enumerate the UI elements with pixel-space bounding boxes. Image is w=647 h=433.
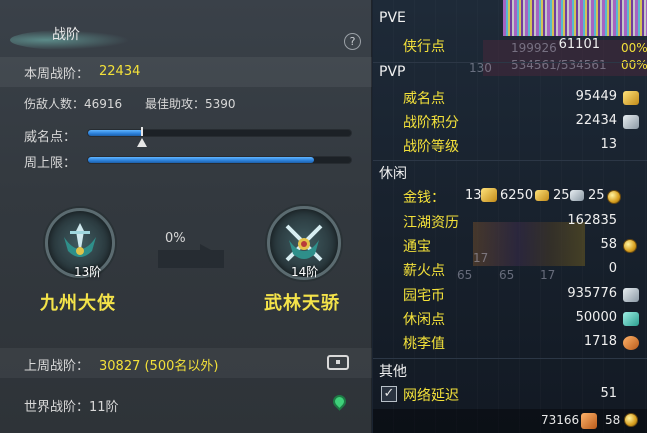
current-rank-name: 九州大侠: [40, 293, 116, 314]
leisure-row-value: 1718: [583, 334, 617, 349]
pvp-row-value: 13: [600, 137, 617, 152]
pve-row-label: 侠行点: [403, 39, 445, 55]
other-section-heading: 其他: [379, 364, 407, 380]
prestige-marker-stick: [141, 127, 143, 136]
money-row: 金钱： 13 6250 25 25: [373, 185, 647, 209]
money-copper-1: 25: [553, 188, 570, 203]
pvp-row-label: 威名点: [403, 91, 445, 107]
money-gold: 13: [465, 188, 482, 203]
current-rank-level: 13阶: [74, 265, 102, 279]
prestige-icon: [623, 91, 639, 105]
prestige-progress-fill: [88, 130, 144, 136]
pve-row: 侠行点 61101: [373, 34, 647, 58]
leisure-row-value: 0: [608, 261, 617, 276]
rank-panel: 战阶 ? 本周战阶： 22434 伤敌人数：46916 最佳助攻：5390 威名…: [0, 0, 372, 433]
world-rank-row: 世界战阶：11阶: [0, 389, 372, 419]
latency-label: 网络延迟: [403, 388, 459, 404]
home-coin-icon: [623, 288, 639, 302]
best-assist: 最佳助攻：5390: [145, 97, 236, 111]
last-week-rank-value: 30827 (500名以外): [99, 359, 219, 374]
leisure-row-label: 休闲点: [403, 312, 445, 328]
footer-value-b: 58: [605, 413, 621, 427]
weekly-cap-progress-bar: [87, 156, 352, 164]
leisure-row-home-coin: 园宅币 935776: [373, 283, 647, 307]
leisure-point-icon: [623, 312, 639, 326]
world-rank-text: 世界战阶：11阶: [24, 400, 119, 415]
panel-title: 战阶: [52, 27, 80, 43]
leisure-row-label: 桃李值: [403, 336, 445, 352]
pve-section-heading: PVE: [379, 10, 406, 26]
boot-icon[interactable]: [581, 413, 597, 429]
weekly-rank-value: 22434: [99, 64, 141, 79]
overlay-percent-2: 00%: [621, 58, 647, 72]
leisure-row-value: 162835: [567, 213, 617, 228]
leisure-row-tongbao: 通宝 58: [373, 234, 647, 258]
next-rank-name: 武林天骄: [264, 293, 340, 314]
latency-value: 51: [600, 386, 617, 401]
sword-crest-icon: [64, 223, 96, 257]
crossed-swords-crest-icon: [285, 224, 323, 262]
rank-arrow-icon: [200, 244, 222, 268]
leisure-row-label: 江湖资历: [403, 215, 459, 231]
peach-icon: [623, 336, 639, 350]
footer-coin-icon: [624, 413, 638, 427]
weekly-rank-label: 本周战阶：: [24, 67, 90, 82]
pvp-row-label: 战阶积分: [403, 115, 459, 131]
rank-score-icon: [623, 115, 639, 129]
overlay-number-b: 534561/534561: [511, 58, 607, 72]
gold-ingot-icon: [481, 188, 497, 202]
pvp-row-rank-score: 战阶积分 22434: [373, 110, 647, 134]
last-week-rank-row: 上周战阶： 30827 (500名以外): [0, 348, 372, 378]
weekly-cap-progress-fill: [88, 157, 315, 163]
section-divider: [373, 160, 647, 161]
latency-row: 网络延迟 51: [373, 383, 647, 407]
pvp-section-heading: PVP: [379, 64, 406, 80]
leisure-row-value: 935776: [567, 286, 617, 301]
pve-row-value: 61101: [558, 37, 600, 52]
leisure-row-label: 通宝: [403, 239, 431, 255]
pvp-row-rank-level: 战阶等级 13: [373, 134, 647, 158]
section-divider: [373, 358, 647, 359]
leisure-row-seniority: 江湖资历 162835: [373, 210, 647, 234]
last-week-rank-label: 上周战阶：: [24, 359, 90, 374]
currency-panel: PVE 侠行点 61101 199926 534561/534561 130 0…: [373, 0, 647, 433]
footer-value-a: 73166: [541, 413, 580, 427]
copper-ingot-icon: [570, 190, 584, 201]
money-label: 金钱：: [403, 190, 445, 206]
pvp-row-label: 战阶等级: [403, 139, 459, 155]
money-silver: 6250: [500, 188, 534, 203]
prestige-label: 威名点：: [24, 130, 77, 145]
coin-icon: [607, 190, 621, 204]
overlay-number-c: 130: [469, 61, 492, 75]
rank-progress-percent: 0%: [165, 231, 186, 246]
next-rank-level: 14阶: [291, 265, 319, 279]
leisure-row-value: 50000: [575, 310, 617, 325]
leisure-row-peach: 桃李值 1718: [373, 331, 647, 355]
prestige-marker: [137, 138, 147, 147]
hud-footer-bar: 73166 58: [373, 409, 647, 433]
pvp-row-value: 22434: [575, 113, 617, 128]
weekly-cap-label: 周上限：: [24, 156, 77, 171]
leisure-row-value: 58: [600, 237, 617, 252]
weekly-rank-row: 本周战阶： 22434: [0, 57, 372, 87]
overlapping-hud-decoration: [503, 0, 647, 36]
pvp-row-value: 95449: [575, 89, 617, 104]
leisure-row-label: 园宅币: [403, 288, 445, 304]
reward-chest-icon[interactable]: [327, 355, 349, 370]
prestige-progress-bar: [87, 129, 352, 137]
leisure-row-leisure-point: 休闲点 50000: [373, 307, 647, 331]
leisure-section-heading: 休闲: [379, 166, 407, 182]
section-divider: [373, 62, 647, 63]
overlay-number-a: 199926: [511, 41, 557, 55]
help-icon[interactable]: ?: [344, 33, 361, 50]
money-copper-2: 25: [588, 188, 605, 203]
leisure-row-fire: 薪火点 0: [373, 258, 647, 282]
tongbao-icon: [623, 239, 637, 253]
overlay-percent-1: 00%: [621, 41, 647, 55]
panel-title-bar: 战阶 ?: [0, 10, 372, 50]
pvp-row-prestige: 威名点 95449: [373, 86, 647, 110]
leisure-row-label: 薪火点: [403, 263, 445, 279]
damage-count: 伤敌人数：46916: [24, 97, 123, 111]
silver-ingot-icon: [535, 190, 549, 201]
